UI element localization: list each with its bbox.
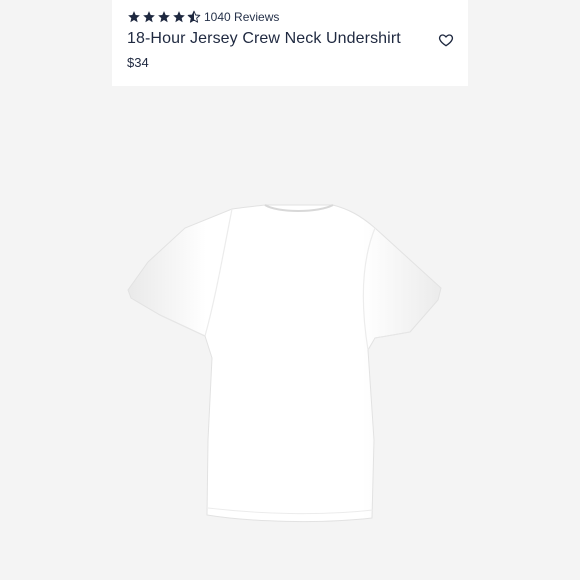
- undershirt-illustration: [127, 204, 442, 523]
- star-icon: [173, 11, 185, 23]
- half-star-icon: [187, 10, 201, 23]
- rating-row[interactable]: 1040 Reviews: [127, 9, 279, 25]
- product-title: 18-Hour Jersey Crew Neck Undershirt: [127, 30, 401, 47]
- star-rating: [127, 10, 202, 24]
- product-image[interactable]: [0, 86, 580, 580]
- star-icon: [143, 11, 155, 23]
- product-price: $34: [127, 55, 149, 70]
- heart-outline-icon[interactable]: [438, 32, 454, 48]
- star-icon: [158, 11, 170, 23]
- product-info-card: 1040 Reviews 18-Hour Jersey Crew Neck Un…: [112, 0, 468, 86]
- star-icon: [128, 11, 140, 23]
- reviews-link[interactable]: 1040 Reviews: [204, 9, 279, 25]
